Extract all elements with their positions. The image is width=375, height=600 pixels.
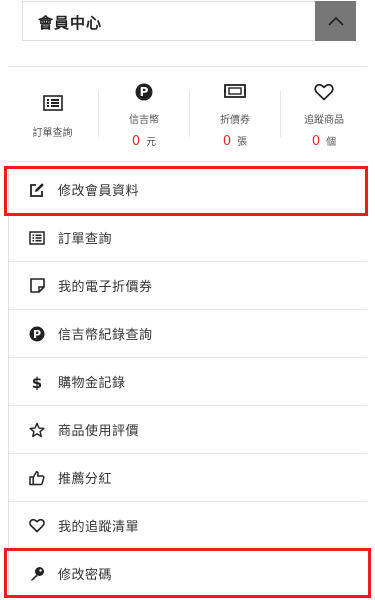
stat-wishlist-label: 追蹤商品 [304,115,344,126]
stat-coins-value: 0 [131,134,141,149]
svg-text:P: P [140,85,149,99]
stat-coupons[interactable]: 折價券 0張 [190,67,280,163]
menu-item-label: 商品使用評價 [58,424,140,439]
menu-item-change-password[interactable]: 修改密碼 [9,550,367,598]
key-icon [29,566,45,582]
menu-item-referral-bonus[interactable]: 推薦分紅 [9,454,367,502]
dollar-icon: $ [29,374,45,390]
menu-item-label: 信吉幣紀錄查詢 [58,328,153,343]
stat-coins-label: 信吉幣 [129,115,159,126]
menu-item-order-query[interactable]: 訂單查詢 [9,214,367,262]
menu-item-label: 修改會員資料 [58,184,140,199]
menu-item-edit-profile[interactable]: 修改會員資料 [9,166,367,214]
menu-item-label: 訂單查詢 [58,232,113,247]
ticket-icon [224,84,246,98]
menu-item-e-coupons[interactable]: 我的電子折價券 [9,262,367,310]
menu-item-product-reviews[interactable]: 商品使用評價 [9,406,367,454]
stat-coupons-unit: 張 [237,137,248,148]
collapse-toggle-button[interactable] [315,1,356,41]
heart-icon [29,518,45,534]
stat-coupons-value-row: 0張 [190,133,280,149]
menu-item-wishlist[interactable]: 我的追蹤清單 [9,502,367,550]
menu-item-label: 推薦分紅 [58,472,113,487]
edit-icon [29,182,45,198]
page-title: 會員中心 [38,14,103,32]
stat-wishlist-unit: 個 [326,137,337,148]
stat-wishlist-value-row: 0個 [281,133,367,149]
menu-item-shopping-credit[interactable]: $ 購物金記錄 [9,358,367,406]
stat-coins[interactable]: P 信吉幣 0元 [99,67,189,163]
list-icon [42,95,63,111]
menu-item-coin-records[interactable]: P 信吉幣紀錄查詢 [9,310,367,358]
stat-orders-label: 訂單查詢 [32,128,73,139]
menu-item-label: 我的電子折價券 [58,280,153,295]
stat-wishlist[interactable]: 追蹤商品 0個 [281,67,367,163]
member-stats-panel: 訂單查詢 P 信吉幣 0元 折價券 0張 追蹤商品 0個 [8,66,367,162]
menu-item-label: 修改密碼 [58,568,113,583]
coin-p-icon: P [135,83,153,101]
member-menu: 修改會員資料 訂單查詢 我的電子折價券 P 信吉幣紀錄查詢 $ 購物金記錄 商品… [8,166,367,598]
stat-coins-unit: 元 [146,137,157,148]
menu-item-label: 我的追蹤清單 [58,520,140,535]
stat-wishlist-value: 0 [311,134,321,149]
menu-item-label: 購物金記錄 [58,376,126,391]
member-center-header: 會員中心 [22,1,356,41]
thumbs-up-icon [29,470,45,486]
stat-orders[interactable]: 訂單查詢 [8,67,97,163]
stat-coupons-label: 折價券 [220,115,250,126]
chevron-up-icon [327,16,344,26]
list-icon [29,230,45,246]
stat-coupons-value: 0 [222,134,232,149]
star-icon [29,422,45,438]
note-icon [29,278,45,294]
svg-text:P: P [33,328,41,341]
svg-text:$: $ [32,374,42,390]
coin-p-icon: P [29,326,45,342]
stat-coins-value-row: 0元 [99,133,189,149]
heart-icon [314,83,334,101]
